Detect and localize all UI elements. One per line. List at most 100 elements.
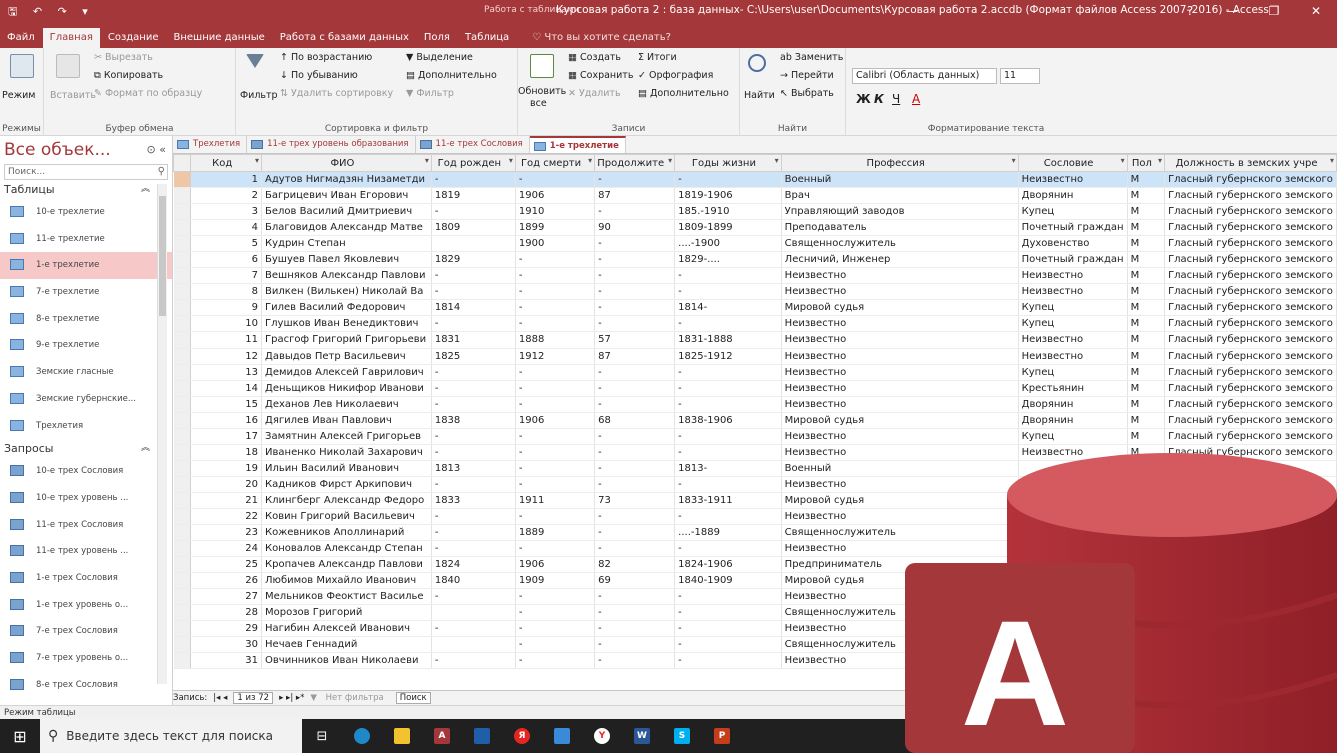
table-cell[interactable]: Крестьянин: [1018, 380, 1128, 397]
table-cell[interactable]: Купец: [1018, 299, 1128, 317]
dropdown-arrow-icon[interactable]: ▾: [1158, 156, 1162, 165]
tab-external-data[interactable]: Внешние данные: [167, 28, 272, 48]
table-cell[interactable]: М: [1127, 412, 1166, 429]
table-cell[interactable]: 27: [190, 588, 263, 606]
yandex-browser-icon[interactable]: Y: [582, 719, 622, 753]
table-row[interactable]: 9 Гилев Василий Федорович 1814- -1814- Миров…: [173, 299, 1337, 317]
row-selector[interactable]: [173, 588, 192, 606]
table-cell[interactable]: Неизвестно: [1018, 283, 1128, 301]
table-cell[interactable]: -: [431, 652, 516, 670]
table-cell[interactable]: -: [594, 267, 676, 285]
table-cell[interactable]: Духовенство: [1018, 235, 1128, 253]
table-cell[interactable]: Неизвестно: [1018, 331, 1128, 349]
table-cell[interactable]: -: [431, 540, 516, 558]
row-selector[interactable]: [173, 652, 192, 670]
table-cell[interactable]: -: [674, 652, 782, 670]
nav-query-item[interactable]: 10-е трех уровень ...: [0, 485, 172, 512]
nav-query-item[interactable]: 11-е трех Сословия: [0, 512, 172, 539]
table-cell[interactable]: 1888: [515, 331, 596, 349]
font-select[interactable]: Calibri (Область данных): [852, 68, 997, 84]
quick-access-toolbar[interactable]: 🖫 ↶ ↷ ▾: [8, 3, 94, 22]
table-cell[interactable]: 87: [594, 187, 676, 205]
doc-tab-education-level[interactable]: 11-е трех уровень образования: [247, 136, 416, 153]
nav-table-item[interactable]: Земские губернские...: [0, 386, 172, 413]
row-selector[interactable]: [173, 508, 192, 526]
table-cell[interactable]: Иваненко Николай Захарович: [261, 444, 432, 461]
table-cell[interactable]: Управляющий заводов: [781, 203, 1019, 221]
select-all-corner[interactable]: [173, 154, 192, 172]
table-cell[interactable]: -: [431, 428, 516, 445]
windows-start-icon[interactable]: ⊞: [0, 727, 40, 746]
nav-table-item[interactable]: 8-е трехлетие: [0, 306, 172, 333]
nav-query-item[interactable]: 11-е трех уровень ...: [0, 538, 172, 565]
table-cell[interactable]: Гласный губернского земского: [1164, 235, 1337, 253]
table-cell[interactable]: -: [594, 364, 676, 381]
table-cell[interactable]: 21: [190, 492, 263, 509]
column-header[interactable]: Код ▾: [190, 154, 263, 172]
table-cell[interactable]: Кадников Фирст Аркипович: [261, 476, 432, 493]
table-cell[interactable]: 3: [190, 203, 263, 221]
selection-button[interactable]: ▼ Выделение: [406, 52, 473, 63]
table-row[interactable]: 15 Деханов Лев Николаевич - - - - Неизвестно Дв…: [173, 396, 1337, 413]
table-cell[interactable]: -: [515, 636, 596, 654]
table-cell[interactable]: [431, 235, 516, 253]
table-cell[interactable]: -: [594, 251, 676, 269]
table-cell[interactable]: Благовидов Александр Матве: [261, 219, 432, 237]
table-cell[interactable]: -: [515, 283, 596, 301]
table-cell[interactable]: -: [515, 267, 596, 285]
table-row[interactable]: 14 Деньщиков Никифор Иванови - - - - Неизвестн…: [173, 380, 1337, 397]
table-cell[interactable]: 24: [190, 540, 263, 558]
table-cell[interactable]: 1900: [515, 235, 596, 253]
table-cell[interactable]: 1838-1906: [674, 412, 782, 429]
table-cell[interactable]: Вешняков Александр Павлови: [261, 267, 432, 285]
table-cell[interactable]: М: [1127, 171, 1166, 189]
table-cell[interactable]: М: [1127, 380, 1166, 397]
mail-icon[interactable]: [542, 719, 582, 753]
table-cell[interactable]: Лесничий, Инженер: [781, 251, 1019, 269]
copy-button[interactable]: ⧉ Копировать: [94, 70, 163, 81]
help-button[interactable]: ?: [1169, 0, 1211, 22]
table-cell[interactable]: 25: [190, 556, 263, 574]
search-icon[interactable]: ⚲: [158, 165, 165, 179]
table-cell[interactable]: ....-1889: [674, 524, 782, 542]
table-cell[interactable]: 1814-: [674, 299, 782, 317]
table-row[interactable]: 7 Вешняков Александр Павлови - - - - Неизвестн…: [173, 267, 1337, 285]
table-cell[interactable]: Преподаватель: [781, 219, 1019, 237]
dropdown-arrow-icon[interactable]: ▾: [1012, 156, 1016, 165]
table-row[interactable]: 13 Демидов Алексей Гаврилович - - - - Неизвест…: [173, 364, 1337, 381]
table-cell[interactable]: -: [515, 396, 596, 413]
table-cell[interactable]: Дворянин: [1018, 412, 1128, 429]
calculator-icon[interactable]: [462, 719, 502, 753]
table-cell[interactable]: 57: [594, 331, 676, 349]
row-selector[interactable]: [173, 460, 192, 477]
table-cell[interactable]: Нечаев Геннадий: [261, 636, 432, 654]
table-cell[interactable]: М: [1127, 331, 1166, 349]
table-cell[interactable]: Неизвестно: [781, 364, 1019, 381]
table-cell[interactable]: -: [674, 283, 782, 301]
table-cell[interactable]: 1840-1909: [674, 572, 782, 590]
table-cell[interactable]: 30: [190, 636, 263, 654]
paste-icon[interactable]: [56, 54, 80, 78]
table-cell[interactable]: М: [1127, 315, 1166, 333]
refresh-button[interactable]: Обновить: [518, 86, 566, 97]
explorer-icon[interactable]: [382, 719, 422, 753]
row-selector[interactable]: [173, 315, 192, 333]
table-cell[interactable]: Гласный губернского земского: [1164, 267, 1337, 285]
table-cell[interactable]: -: [431, 588, 516, 606]
nav-table-item[interactable]: 1-е трехлетие: [0, 252, 172, 280]
table-cell[interactable]: -: [515, 315, 596, 333]
doc-tab-trekhletiya[interactable]: Трехлетия: [173, 136, 248, 153]
table-cell[interactable]: 1831-1888: [674, 331, 782, 349]
table-cell[interactable]: Кропачев Александр Павлови: [261, 556, 432, 574]
nav-scroll-thumb[interactable]: [159, 196, 166, 316]
table-cell[interactable]: -: [515, 171, 596, 189]
table-cell[interactable]: Неизвестно: [1018, 171, 1128, 189]
table-cell[interactable]: Гласный губернского земского: [1164, 364, 1337, 381]
row-selector[interactable]: [173, 428, 192, 445]
table-cell[interactable]: 13: [190, 364, 263, 381]
table-cell[interactable]: [431, 636, 516, 654]
table-cell[interactable]: -: [674, 444, 782, 461]
table-cell[interactable]: Гласный губернского земского: [1164, 171, 1337, 189]
tab-table[interactable]: Таблица: [458, 28, 516, 48]
table-cell[interactable]: Неизвестно: [1018, 348, 1128, 365]
